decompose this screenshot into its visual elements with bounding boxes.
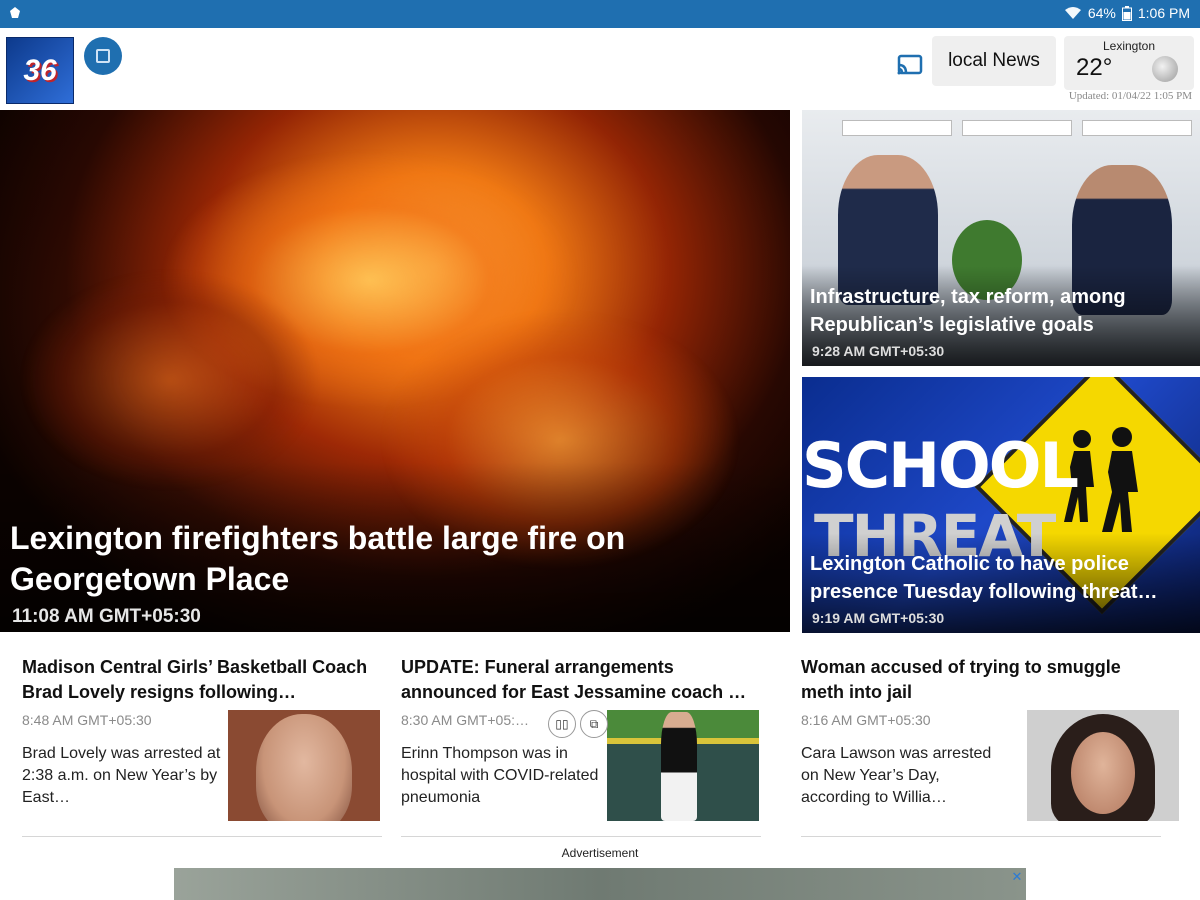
logo-number: 36 [23,53,57,87]
portrait-face [256,714,352,821]
backdrop-banner [962,120,1072,136]
image-text-school: SCHOOL [802,429,1079,502]
cast-icon[interactable] [896,53,924,77]
article-timestamp: 8:16 AM GMT+05:30 [801,712,931,728]
weather-city: Lexington [1102,39,1156,53]
list-item[interactable]: Woman accused of trying to smuggle meth … [801,652,1179,837]
list-item[interactable]: UPDATE: Funeral arrangements announced f… [401,652,761,837]
hero-timestamp: 11:08 AM GMT+05:30 [12,606,201,627]
fire-image-flame [20,270,320,490]
status-bar-right: 64% 1:06 PM [1064,5,1190,21]
article-thumbnail[interactable] [607,710,759,821]
article-summary: Cara Lawson was arrested on New Year’s D… [801,745,992,806]
menu-button[interactable] [84,37,122,75]
article-headline[interactable]: UPDATE: Funeral arrangements announced f… [401,655,761,705]
split-view-icon[interactable]: ▯▯ [548,710,576,738]
local-news-label: local News [948,50,1040,71]
weather-widget[interactable]: Lexington 22° [1064,36,1194,90]
portrait-face [1071,732,1135,814]
backdrop-banner [842,120,952,136]
side-story-card[interactable]: Infrastructure, tax reform, among Republ… [802,110,1200,366]
ad-close-icon[interactable]: ✕ [1010,870,1024,884]
article-timestamp: 8:48 AM GMT+05:30 [22,712,152,728]
side-story-timestamp: 9:28 AM GMT+05:30 [812,343,945,359]
menu-icon [96,49,110,63]
side-story-timestamp: 9:19 AM GMT+05:30 [812,610,945,626]
notification-icon [10,7,20,18]
battery-icon [1121,5,1132,21]
wifi-icon [1064,7,1081,19]
advertisement-label: Advertisement [561,846,639,860]
article-summary: Erinn Thompson was in hospital with COVI… [401,745,599,806]
person-figure [661,712,697,821]
article-summary: Brad Lovely was arrested at 2:38 a.m. on… [22,745,221,806]
moon-icon [1152,56,1178,82]
local-news-button[interactable]: local News [932,36,1056,86]
list-item[interactable]: Madison Central Girls’ Basketball Coach … [22,652,382,837]
backdrop-banner [1082,120,1192,136]
hero-story[interactable]: Lexington firefighters battle large fire… [0,110,790,632]
overlay-controls: ▯▯ ⧉ [548,710,608,738]
side-story-card[interactable]: SCHOOL THREAT Lexington Catholic to have… [802,377,1200,633]
side-story-headline[interactable]: Infrastructure, tax reform, among Republ… [810,283,1195,339]
article-thumbnail[interactable] [1027,710,1179,821]
status-bar: 64% 1:06 PM [0,0,1200,28]
updated-timestamp: Updated: 01/04/22 1:05 PM [1068,90,1192,102]
station-logo[interactable]: 36 [6,37,74,104]
advertisement-banner[interactable]: ✕ [174,868,1026,900]
side-story-headline[interactable]: Lexington Catholic to have police presen… [810,550,1195,606]
article-headline[interactable]: Woman accused of trying to smuggle meth … [801,655,1161,705]
clock: 1:06 PM [1137,5,1190,21]
article-headline[interactable]: Madison Central Girls’ Basketball Coach … [22,655,382,705]
weather-temperature: 22° [1076,54,1113,81]
copy-icon[interactable]: ⧉ [580,710,608,738]
article-thumbnail[interactable] [228,710,380,821]
hero-headline[interactable]: Lexington firefighters battle large fire… [10,518,770,600]
battery-percent: 64% [1087,5,1116,21]
article-timestamp: 8:30 AM GMT+05:… [401,712,529,728]
